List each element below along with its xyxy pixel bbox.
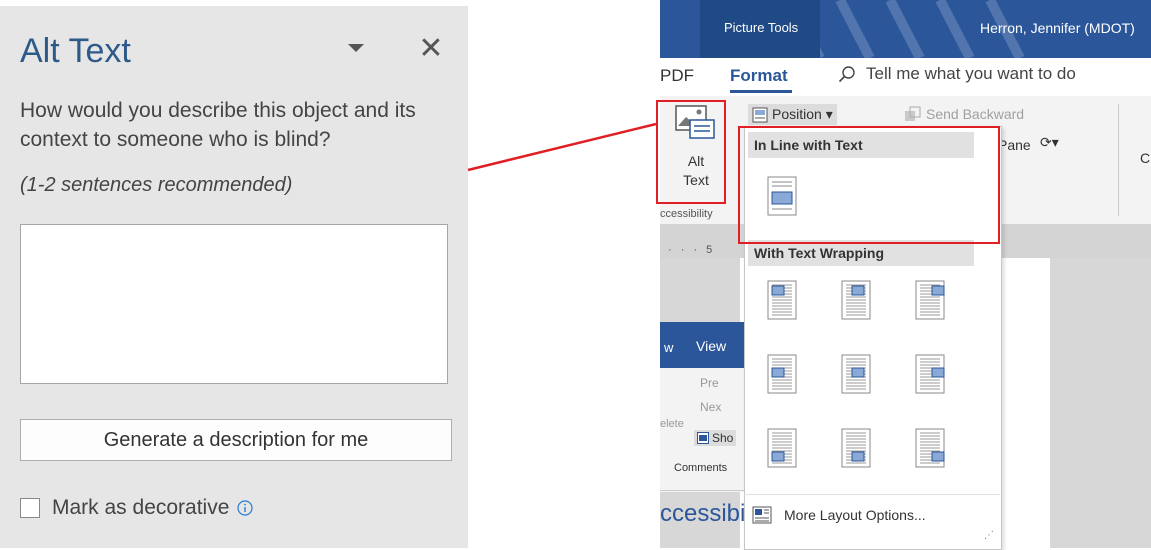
- user-account-name[interactable]: Herron, Jennifer (MDOT): [980, 20, 1135, 36]
- mark-decorative-checkbox[interactable]: [20, 498, 40, 518]
- wrap-option-middle-center-icon[interactable]: [840, 354, 872, 394]
- show-comments-icon: [697, 432, 709, 444]
- previous-comment-button[interactable]: Pre: [700, 376, 719, 390]
- rotate-icon[interactable]: ⟳▾: [1040, 134, 1059, 151]
- wrap-option-bottom-left-icon[interactable]: [766, 428, 798, 468]
- search-icon: [838, 66, 855, 83]
- comments-group-label: Comments: [674, 462, 728, 474]
- wrap-option-top-center-icon[interactable]: [840, 280, 872, 320]
- decorative-option: Mark as decorative: [20, 494, 254, 522]
- mark-decorative-label: Mark as decorative: [52, 496, 230, 519]
- accessibility-group-label: ccessibility: [660, 208, 713, 220]
- wrap-option-bottom-center-icon[interactable]: [840, 428, 872, 468]
- wrap-option-middle-right-icon[interactable]: [914, 354, 946, 394]
- show-comments-label: Sho: [712, 431, 734, 445]
- tab-format[interactable]: Format: [730, 66, 788, 86]
- layout-options-icon: [752, 506, 772, 524]
- resize-grip-icon[interactable]: ⋰: [984, 530, 994, 541]
- pane-options-chevron-icon[interactable]: [348, 44, 364, 52]
- send-backward-button[interactable]: Send Backward: [904, 106, 1024, 122]
- picture-tools-label: Picture Tools: [724, 20, 799, 35]
- in-line-with-text-header: In Line with Text: [748, 132, 974, 158]
- position-label: Position ▾: [772, 106, 833, 122]
- generate-description-button[interactable]: Generate a description for me: [20, 419, 452, 461]
- dropdown-divider: [744, 494, 1000, 495]
- alt-text-pane: Alt Text ✕ How would you describe this o…: [0, 6, 468, 548]
- ruler-marks: · · · 5: [668, 244, 716, 256]
- delete-comment-button[interactable]: elete: [660, 418, 684, 430]
- active-tab-indicator: [730, 90, 792, 93]
- alt-text-button-label: Alt Text: [683, 153, 709, 188]
- tab-view[interactable]: View: [696, 338, 726, 354]
- send-backward-label: Send Backward: [926, 106, 1025, 122]
- position-icon: [752, 107, 768, 122]
- tell-me-search[interactable]: Tell me what you want to do: [838, 64, 1076, 84]
- crop-button[interactable]: C: [1140, 150, 1150, 166]
- tell-me-text: Tell me what you want to do: [866, 64, 1076, 83]
- show-comments-button[interactable]: Sho: [694, 430, 737, 446]
- pane-hint: (1-2 sentences recommended): [20, 174, 293, 196]
- alt-text-description-input[interactable]: [20, 224, 448, 384]
- next-comment-button[interactable]: Nex: [700, 400, 721, 414]
- with-text-wrapping-header: With Text Wrapping: [748, 240, 974, 266]
- selection-pane-button[interactable]: Pane: [998, 137, 1031, 153]
- alt-text-icon: [675, 105, 715, 139]
- info-icon[interactable]: [237, 500, 254, 516]
- wrap-option-bottom-right-icon[interactable]: [914, 428, 946, 468]
- wrap-option-top-right-icon[interactable]: [914, 280, 946, 320]
- inline-with-text-option-icon[interactable]: [766, 176, 798, 216]
- more-layout-options-label: More Layout Options...: [784, 507, 926, 523]
- more-layout-options-item[interactable]: More Layout Options...: [752, 506, 926, 524]
- tab-pdf[interactable]: PDF: [660, 66, 694, 86]
- pane-question: How would you describe this object and i…: [20, 99, 416, 151]
- review-separator: [660, 490, 744, 491]
- send-backward-icon: [905, 106, 921, 121]
- review-partial-tab[interactable]: w: [664, 340, 673, 355]
- close-icon[interactable]: ✕: [416, 34, 446, 64]
- wrap-option-top-left-icon[interactable]: [766, 280, 798, 320]
- wrap-option-middle-left-icon[interactable]: [766, 354, 798, 394]
- group-separator: [1118, 104, 1119, 216]
- pane-title: Alt Text: [20, 32, 131, 70]
- position-dropdown-button[interactable]: Position ▾: [748, 104, 837, 125]
